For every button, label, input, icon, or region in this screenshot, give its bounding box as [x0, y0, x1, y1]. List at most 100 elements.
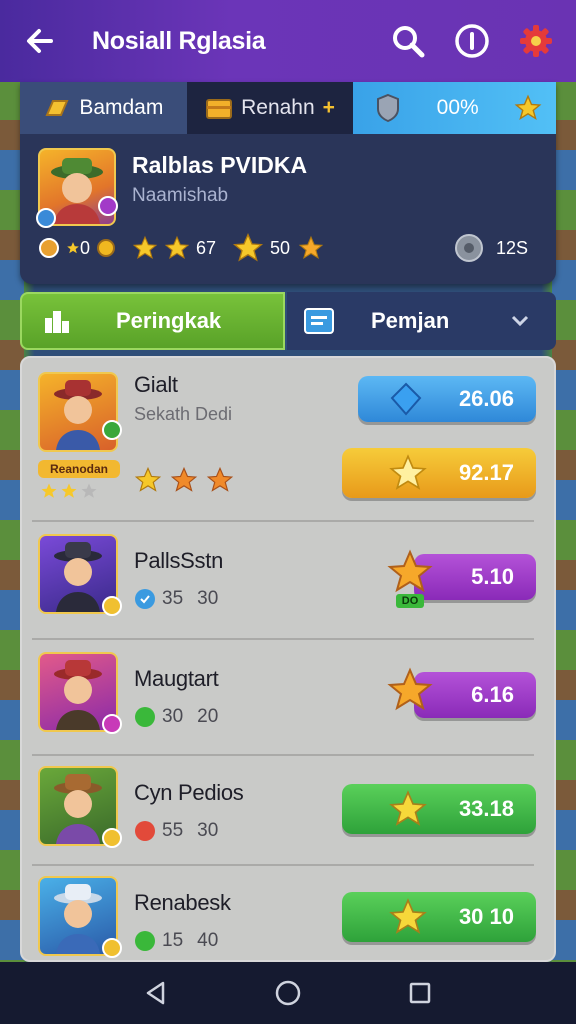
- player-subtitle: Naamishab: [132, 185, 229, 206]
- chevron-down-icon[interactable]: [510, 314, 530, 328]
- red-token-icon: [135, 821, 155, 841]
- star-icon: [387, 667, 433, 711]
- player-stats-panel: Bamdam Renahn + 00% Ralblas PVIDKA Naami…: [20, 82, 556, 284]
- star-icon: [389, 898, 427, 934]
- player-avatar: [38, 876, 122, 958]
- player-subtitle: Sekath Dedi: [134, 404, 233, 424]
- star-icon: [387, 549, 433, 593]
- level-badge-icon: [102, 714, 122, 734]
- gem-score-pill[interactable]: 26.06: [358, 376, 536, 422]
- player-mini-stats: 55 30: [134, 820, 244, 842]
- nav-recents-icon[interactable]: [407, 980, 433, 1006]
- currency-gold-label: Bamdam: [79, 96, 164, 119]
- rating-stars: [134, 466, 234, 494]
- stat-b: 30: [197, 588, 219, 609]
- player-mini-stats: 35 30: [134, 588, 223, 610]
- rank-badge-icon: [98, 196, 118, 216]
- score-value: 33.18: [458, 796, 514, 821]
- star-icon: [170, 466, 198, 492]
- top-bar: Nosiall Rglasia: [0, 0, 576, 82]
- stat-value-4: 12S: [495, 237, 528, 258]
- score-value: 5.10: [471, 564, 514, 589]
- player-profile: Ralblas PVIDKA Naamishab: [20, 134, 556, 228]
- row-divider: [32, 638, 534, 640]
- currency-chest[interactable]: Renahn +: [186, 82, 354, 134]
- score-value: 6.16: [471, 682, 514, 707]
- stat-b: 40: [197, 930, 219, 951]
- green-token-icon: [135, 707, 155, 727]
- level-badge-icon: [102, 828, 122, 848]
- star-icon: [132, 235, 158, 259]
- star-icon: [232, 232, 264, 262]
- small-star-icon: [61, 483, 77, 498]
- player-name: Gialt: [134, 372, 178, 397]
- nav-back-icon[interactable]: [143, 980, 169, 1006]
- stat-a: 15: [162, 930, 184, 951]
- star-icon: [206, 466, 234, 492]
- stat-b: 20: [197, 706, 219, 727]
- star-icon: [389, 790, 427, 826]
- list-card-icon: [304, 308, 334, 334]
- info-icon[interactable]: [452, 21, 492, 61]
- currency-chest-label: Renahn: [241, 96, 315, 119]
- currency-gold[interactable]: Bamdam: [20, 82, 187, 134]
- player-avatar: [38, 534, 122, 616]
- player-name: Cyn Pedios: [134, 780, 244, 805]
- swirl-icon: [39, 238, 59, 258]
- diamond-icon: [390, 382, 422, 416]
- stat-b: 30: [197, 820, 219, 841]
- gem-score-value: 26.06: [458, 386, 514, 411]
- rank-ribbon: Reanodan: [38, 460, 120, 478]
- settings-gear-icon[interactable]: [516, 21, 556, 61]
- small-star-icon: [81, 483, 97, 498]
- leaderboard-panel: Gialt Sekath Dedi Reanodan 26.06 92.17 P…: [20, 356, 556, 962]
- level-badge-icon: [102, 938, 122, 958]
- player-avatar[interactable]: [36, 148, 118, 228]
- system-nav-bar: [0, 962, 576, 1024]
- small-star-icon: [67, 242, 79, 254]
- star-icon: [298, 235, 324, 259]
- score-pill[interactable]: 33.18: [342, 784, 536, 834]
- tab-bar: Peringkak Pemjan: [20, 292, 556, 350]
- coin-icon: [97, 239, 116, 257]
- currency-shield-label: 00%: [436, 96, 479, 119]
- search-icon[interactable]: [388, 21, 428, 61]
- shield-icon: [377, 93, 400, 123]
- star-icon: [389, 454, 427, 490]
- tab-players-label: Pemjan: [371, 308, 450, 333]
- level-badge-icon: [102, 420, 122, 440]
- row-divider: [32, 520, 534, 522]
- green-token-icon: [135, 931, 155, 951]
- star-icon: [514, 94, 542, 121]
- nav-home-icon[interactable]: [274, 979, 302, 1007]
- ribbon-tag: DO: [396, 594, 424, 608]
- player-name: Renabesk: [134, 890, 231, 915]
- currency-shield[interactable]: 00%: [353, 82, 556, 134]
- small-star-icon: [41, 483, 57, 498]
- tab-players[interactable]: Pemjan: [287, 292, 556, 350]
- add-plus-icon[interactable]: +: [323, 96, 335, 120]
- row-divider: [32, 754, 534, 756]
- player-avatar: [38, 766, 122, 848]
- coin-score-value: 92.17: [458, 460, 514, 485]
- stat-a: 55: [162, 820, 184, 841]
- tab-ranking[interactable]: Peringkak: [20, 292, 285, 350]
- back-arrow-icon[interactable]: [20, 21, 60, 61]
- score-value: 30 10: [458, 904, 514, 929]
- tab-ranking-label: Peringkak: [116, 308, 222, 333]
- currency-bar: Bamdam Renahn + 00%: [20, 82, 556, 134]
- score-pill[interactable]: 30 10: [342, 892, 536, 942]
- player-name: Maugtart: [134, 666, 219, 691]
- coin-score-pill[interactable]: 92.17: [342, 448, 536, 498]
- player-avatar: [38, 652, 122, 734]
- player-mini-stats: 30 20: [134, 706, 218, 728]
- gear-token-icon: [454, 234, 483, 262]
- chest-icon: [206, 99, 233, 119]
- row-divider: [32, 864, 534, 866]
- level-badge-icon: [36, 208, 56, 228]
- page-title: Nosiall Rglasia: [92, 26, 266, 55]
- gold-bar-icon: [45, 100, 69, 116]
- player-name: Ralblas PVIDKA: [132, 152, 308, 178]
- player-avatar: [38, 372, 122, 452]
- player-name: PallsSstn: [134, 548, 224, 573]
